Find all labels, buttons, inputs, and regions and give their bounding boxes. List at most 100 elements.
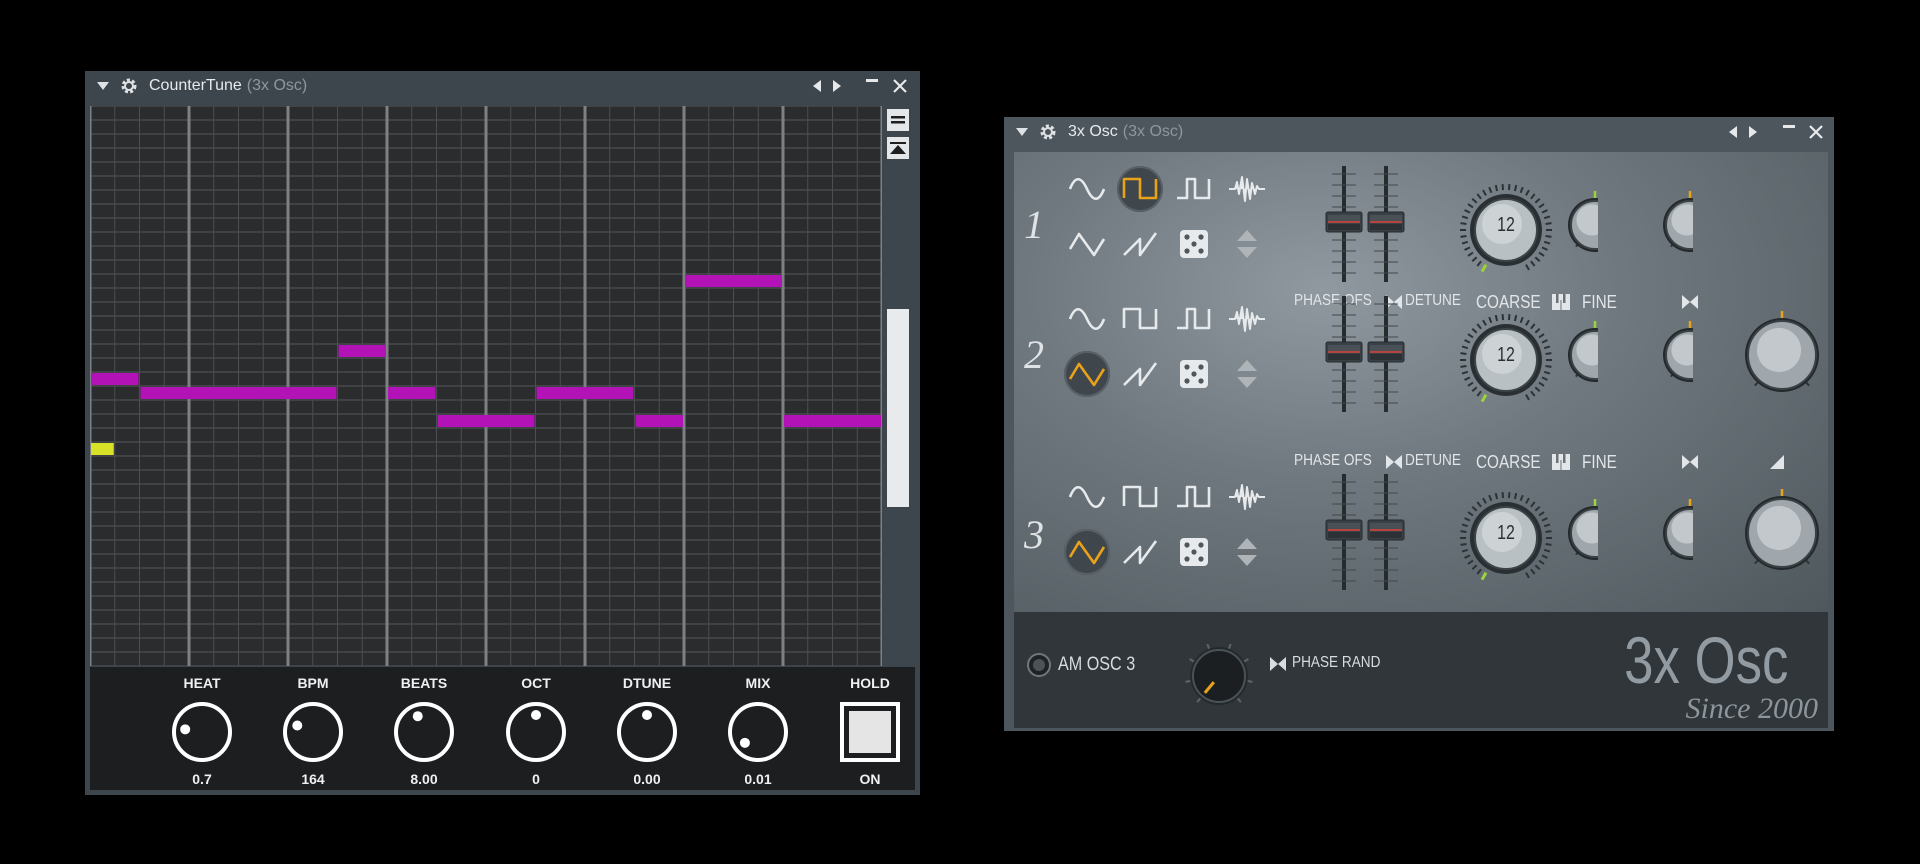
shape-stepper-icon[interactable] xyxy=(1224,351,1270,397)
knob-value: 0.00 xyxy=(633,771,661,787)
sine-wave-button[interactable] xyxy=(1064,474,1110,520)
phase-ofs-label: PHASE OFS xyxy=(1294,452,1372,469)
shape-stepper-icon[interactable] xyxy=(1224,529,1270,575)
pulse-wave-button[interactable] xyxy=(1170,474,1216,520)
sine-wave-button[interactable] xyxy=(1064,166,1110,212)
countertune-window: CounterTune (3x Osc) HEAT 0.7 BPM 164 BE… xyxy=(85,71,920,795)
close-icon[interactable] xyxy=(890,71,910,101)
phase-offset-slider[interactable] xyxy=(1322,164,1366,284)
shape-stepper-icon[interactable] xyxy=(1224,221,1270,267)
stereo-link-icon[interactable] xyxy=(1682,455,1698,474)
knob-value: 8.00 xyxy=(410,771,438,787)
phase-rand-label: PHASE RAND xyxy=(1292,654,1381,671)
detune-slider[interactable] xyxy=(1364,164,1408,284)
knob-mix[interactable]: MIX 0.01 xyxy=(708,667,808,787)
next-arrow-icon[interactable] xyxy=(829,71,845,101)
minimize-icon[interactable] xyxy=(1780,111,1798,141)
saw-wave-button[interactable] xyxy=(1117,351,1163,397)
noise-wave-button[interactable] xyxy=(1224,166,1270,212)
note-block[interactable] xyxy=(784,415,881,427)
knob-dial[interactable] xyxy=(391,699,457,765)
triangle-wave-button[interactable] xyxy=(1064,351,1110,397)
knob-oct[interactable]: OCT 0 xyxy=(486,667,586,787)
saw-wave-button[interactable] xyxy=(1117,221,1163,267)
knob-dial[interactable] xyxy=(280,699,346,765)
knob-label: BPM xyxy=(297,675,329,691)
random-dice-icon[interactable] xyxy=(1170,221,1216,267)
fine-knob[interactable] xyxy=(1560,182,1598,260)
vertical-scrollbar[interactable] xyxy=(885,109,911,739)
saw-wave-button[interactable] xyxy=(1117,529,1163,575)
square-wave-button[interactable] xyxy=(1117,296,1163,342)
menu-arrow-icon[interactable] xyxy=(1016,128,1028,136)
fine-knob[interactable] xyxy=(1560,490,1598,568)
phase-offset-slider[interactable] xyxy=(1322,472,1366,592)
volume-knob[interactable] xyxy=(1739,304,1825,398)
detune-slider[interactable] xyxy=(1364,294,1408,414)
hold-toggle[interactable]: HOLD ON xyxy=(820,667,920,787)
detune-slider[interactable] xyxy=(1364,472,1408,592)
next-arrow-icon[interactable] xyxy=(1745,117,1761,147)
note-block[interactable] xyxy=(685,275,782,287)
keyboard-icon[interactable] xyxy=(1552,454,1570,475)
window-title: 3x Osc xyxy=(1068,123,1118,140)
pulse-wave-button[interactable] xyxy=(1170,166,1216,212)
am-osc3-label: AM OSC 3 xyxy=(1058,654,1136,675)
note-block[interactable] xyxy=(91,443,114,455)
prev-arrow-icon[interactable] xyxy=(809,71,825,101)
prev-arrow-icon[interactable] xyxy=(1725,117,1741,147)
menu-arrow-icon[interactable] xyxy=(97,82,109,90)
note-block[interactable] xyxy=(536,387,634,399)
knob-value: 0.01 xyxy=(744,771,772,787)
gear-icon[interactable] xyxy=(119,76,139,96)
hold-button[interactable] xyxy=(837,699,903,765)
countertune-titlebar[interactable]: CounterTune (3x Osc) xyxy=(85,71,920,101)
note-block[interactable] xyxy=(437,415,535,427)
note-block[interactable] xyxy=(635,415,684,427)
knob-dial[interactable] xyxy=(503,699,569,765)
volume-knob[interactable] xyxy=(1739,482,1825,576)
note-block[interactable] xyxy=(338,345,387,357)
square-wave-button[interactable] xyxy=(1117,474,1163,520)
knob-dial[interactable] xyxy=(614,699,680,765)
fine-knob[interactable] xyxy=(1560,312,1598,390)
triangle-wave-button[interactable] xyxy=(1064,529,1110,575)
osc-titlebar[interactable]: 3x Osc (3x Osc) xyxy=(1004,117,1834,147)
stereo-offset-knob[interactable] xyxy=(1655,182,1693,260)
coarse-label: COARSE xyxy=(1476,452,1541,472)
phase-offset-slider[interactable] xyxy=(1322,294,1366,414)
piano-roll-grid[interactable] xyxy=(90,106,882,666)
note-block[interactable] xyxy=(91,373,139,385)
hold-label: HOLD xyxy=(850,675,890,691)
knob-dial[interactable] xyxy=(725,699,791,765)
pulse-wave-button[interactable] xyxy=(1170,296,1216,342)
gear-icon[interactable] xyxy=(1038,122,1058,142)
window-subtitle: (3x Osc) xyxy=(246,77,308,94)
knob-dial[interactable] xyxy=(169,699,235,765)
random-dice-icon[interactable] xyxy=(1170,529,1216,575)
sine-wave-button[interactable] xyxy=(1064,296,1110,342)
stereo-offset-knob[interactable] xyxy=(1655,490,1693,568)
minimize-icon[interactable] xyxy=(863,65,881,95)
knob-bpm[interactable]: BPM 164 xyxy=(263,667,363,787)
scroll-thumb[interactable] xyxy=(887,309,909,508)
am-osc3-radio[interactable] xyxy=(1026,652,1052,683)
detune-label: DETUNE xyxy=(1405,292,1461,309)
triangle-wave-button[interactable] xyxy=(1064,221,1110,267)
phase-rand-knob[interactable] xyxy=(1179,632,1259,712)
noise-wave-button[interactable] xyxy=(1224,474,1270,520)
knob-heat[interactable]: HEAT 0.7 xyxy=(152,667,252,787)
note-block[interactable] xyxy=(388,387,436,399)
scroll-up-button[interactable] xyxy=(887,137,909,159)
knob-beats[interactable]: BEATS 8.00 xyxy=(374,667,474,787)
stereo-offset-knob[interactable] xyxy=(1655,312,1693,390)
random-dice-icon[interactable] xyxy=(1170,351,1216,397)
close-icon[interactable] xyxy=(1806,117,1826,147)
since-tagline: Since 2000 xyxy=(1685,692,1818,725)
square-wave-button[interactable] xyxy=(1117,166,1163,212)
zoom-out-button[interactable] xyxy=(887,109,909,131)
knob-dtune[interactable]: DTUNE 0.00 xyxy=(597,667,697,787)
noise-wave-button[interactable] xyxy=(1224,296,1270,342)
note-block[interactable] xyxy=(140,387,337,399)
window-subtitle: (3x Osc) xyxy=(1122,123,1184,140)
